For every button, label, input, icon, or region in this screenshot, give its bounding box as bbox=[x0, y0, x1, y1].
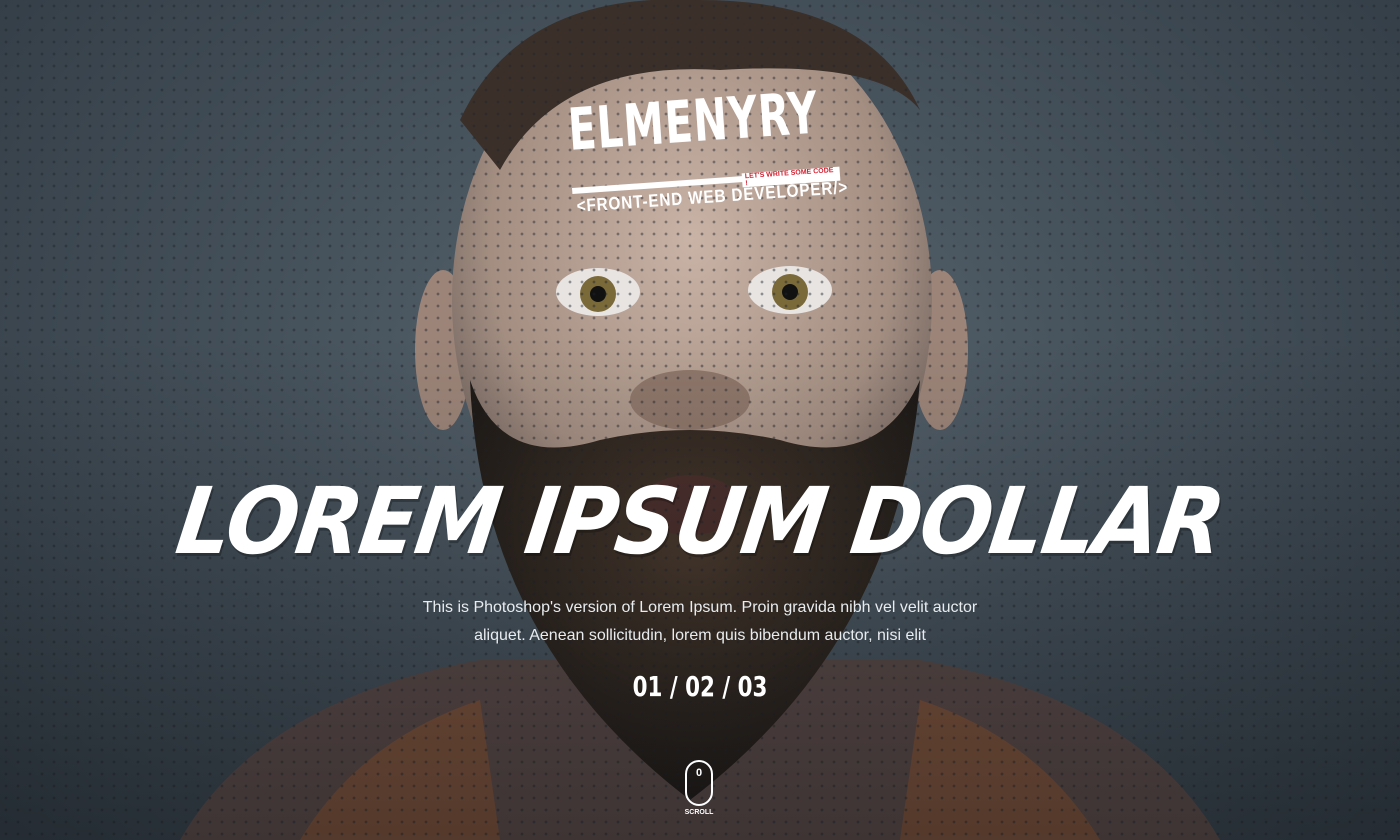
mouse-icon: 0 bbox=[685, 760, 713, 806]
scroll-label: SCROLL bbox=[684, 809, 714, 816]
slide-pager[interactable]: 01 / 02 / 03 bbox=[105, 670, 1295, 703]
hero-section: ELMENYRY LET'S WRITE SOME CODE ! <FRONT-… bbox=[0, 0, 1400, 840]
hero-title: LOREM IPSUM DOLLAR bbox=[170, 468, 1230, 575]
hero-description: This is Photoshop's version of Lorem Ips… bbox=[422, 599, 978, 644]
mouse-wheel: 0 bbox=[695, 767, 703, 779]
scroll-indicator[interactable]: 0 SCROLL bbox=[683, 760, 715, 816]
logo-name: ELMENYRY bbox=[566, 78, 821, 164]
logo[interactable]: ELMENYRY LET'S WRITE SOME CODE ! <FRONT-… bbox=[560, 79, 849, 232]
